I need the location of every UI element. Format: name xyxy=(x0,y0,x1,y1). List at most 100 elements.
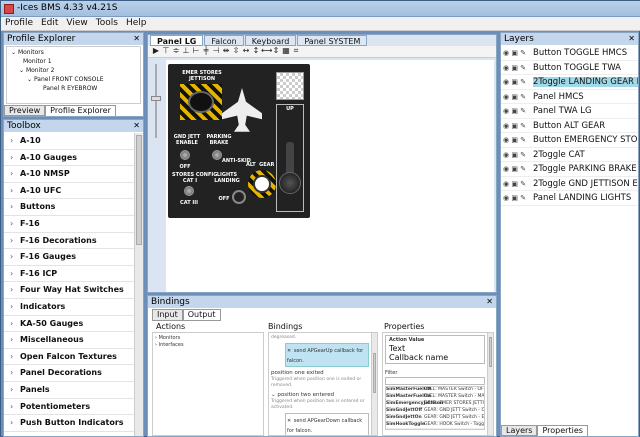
gnd-jett-toggle[interactable] xyxy=(180,150,190,160)
bindings-scrollbar[interactable] xyxy=(371,333,377,435)
close-icon[interactable]: ✕ xyxy=(133,33,140,45)
lock-icon[interactable]: ▣ xyxy=(511,194,520,202)
action-value-option-text[interactable]: Text xyxy=(389,344,481,353)
layer-row[interactable]: ◉ ▣ ✎ 2Toggle LANDING GEAR HAN xyxy=(501,75,638,90)
space-vertical-icon[interactable]: ↕ xyxy=(251,46,261,56)
filter-input[interactable] xyxy=(385,377,485,385)
chevron-right-icon[interactable]: › xyxy=(10,216,20,233)
distribute-vertical-icon[interactable]: ⇳ xyxy=(231,46,241,56)
tab-keyboard[interactable]: Keyboard xyxy=(244,35,297,46)
align-middle-icon[interactable]: ≑ xyxy=(171,46,181,56)
grid-icon[interactable]: ▦ xyxy=(281,46,291,56)
edit-icon[interactable]: ✎ xyxy=(520,49,526,57)
lock-icon[interactable]: ▣ xyxy=(511,49,520,57)
zoom-slider-thumb[interactable] xyxy=(151,96,161,101)
callback-row[interactable]: SimMasterFuelOffFUEL: MASTER Switch - OF… xyxy=(386,387,484,394)
tab-panel-system[interactable]: Panel SYSTEM xyxy=(297,35,368,46)
lock-icon[interactable]: ▣ xyxy=(511,136,520,144)
tab-input[interactable]: Input xyxy=(152,309,183,321)
toolbox-item[interactable]: › A-10 NMSP xyxy=(4,166,134,183)
align-center-icon[interactable]: ╪ xyxy=(201,46,211,56)
tab-properties[interactable]: Properties xyxy=(537,425,588,436)
toolbox-item[interactable]: › Potentiometers xyxy=(4,399,134,416)
align-right-icon[interactable]: ⊣ xyxy=(211,46,221,56)
distribute-horizontal-icon[interactable]: ⇹ xyxy=(221,46,231,56)
toolbox-item[interactable]: › F-16 xyxy=(4,216,134,233)
edit-icon[interactable]: ✎ xyxy=(520,64,526,72)
layer-row[interactable]: ◉ ▣ ✎ Panel TWA LG xyxy=(501,104,638,119)
callback-row[interactable]: SimGndJettOnGEAR: GND JETT Switch - ENAB… xyxy=(386,415,484,422)
chevron-right-icon[interactable]: › xyxy=(10,382,20,399)
properties-scroll-thumb[interactable] xyxy=(489,337,492,367)
callback-row[interactable]: SimEmergencyJettisonGEAR: EMER STORES JE… xyxy=(386,401,484,408)
chevron-right-icon[interactable]: › xyxy=(10,282,20,299)
tab-falcon[interactable]: Falcon xyxy=(204,35,244,46)
tree-item-monitors[interactable]: ⌄ Monitors xyxy=(9,48,138,57)
same-height-icon[interactable]: ⇕ xyxy=(271,46,281,56)
layer-row[interactable]: ◉ ▣ ✎ 2Toggle GND JETTISON EN xyxy=(501,177,638,191)
edit-icon[interactable]: ✎ xyxy=(520,136,526,144)
lock-icon[interactable]: ▣ xyxy=(511,78,520,86)
lock-icon[interactable]: ▣ xyxy=(511,165,520,173)
chevron-right-icon[interactable]: › xyxy=(10,349,20,366)
menu-help[interactable]: Help xyxy=(122,17,151,29)
chevron-right-icon[interactable]: › xyxy=(10,316,20,333)
landing-gear-panel[interactable]: EMER STORES JETTISON UP GND JETT ENABLE … xyxy=(168,64,310,218)
align-bottom-icon[interactable]: ⊥ xyxy=(181,46,191,56)
chevron-right-icon[interactable]: › xyxy=(10,399,20,416)
toolbox-item[interactable]: › A-10 Gauges xyxy=(4,150,134,167)
chevron-right-icon[interactable]: › xyxy=(10,150,20,167)
align-left-icon[interactable]: ⊢ xyxy=(191,46,201,56)
edit-icon[interactable]: ✎ xyxy=(520,165,526,173)
chevron-right-icon[interactable]: › xyxy=(10,233,20,250)
pointer-icon[interactable]: ▶ xyxy=(151,46,161,56)
space-horizontal-icon[interactable]: ↔ xyxy=(241,46,251,56)
toolbox-scrollbar[interactable] xyxy=(134,133,143,436)
toolbox-scroll-thumb[interactable] xyxy=(136,135,142,245)
chevron-right-icon[interactable]: › xyxy=(10,266,20,283)
edit-icon[interactable]: ✎ xyxy=(520,180,526,188)
layer-row[interactable]: ◉ ▣ ✎ Button TOGGLE TWA xyxy=(501,61,638,75)
close-icon[interactable]: ✕ xyxy=(486,296,493,308)
bindings-scroll-thumb[interactable] xyxy=(373,353,376,393)
close-icon[interactable]: ✕ xyxy=(287,348,291,354)
chevron-right-icon[interactable]: › xyxy=(10,133,20,150)
layer-row[interactable]: ◉ ▣ ✎ 2Toggle CAT xyxy=(501,148,638,162)
align-top-icon[interactable]: ⊤ xyxy=(161,46,171,56)
tab-panel-lg[interactable]: Panel LG xyxy=(150,35,204,46)
close-icon[interactable]: ✕ xyxy=(133,120,140,132)
actions-tree-interfaces[interactable]: › Interfaces xyxy=(155,342,261,349)
snap-icon[interactable]: ⌗ xyxy=(291,46,301,56)
properties-scrollbar[interactable] xyxy=(487,333,493,435)
chevron-right-icon[interactable]: › xyxy=(10,183,20,200)
edit-icon[interactable]: ✎ xyxy=(520,151,526,159)
chevron-right-icon[interactable]: › xyxy=(10,199,20,216)
stores-config-toggle[interactable] xyxy=(184,186,194,196)
toolbox-item[interactable]: › A-10 xyxy=(4,133,134,150)
tab-output[interactable]: Output xyxy=(182,309,221,321)
toolbox-item[interactable]: › Open Falcon Textures xyxy=(4,349,134,366)
chevron-right-icon[interactable]: › xyxy=(10,166,20,183)
emer-stores-jettison-button[interactable] xyxy=(188,91,214,113)
layer-row[interactable]: ◉ ▣ ✎ 2Toggle PARKING BRAKE xyxy=(501,162,638,177)
layer-row[interactable]: ◉ ▣ ✎ Button EMERGENCY STORE xyxy=(501,133,638,148)
binding-send-gear-up[interactable]: ✕ send APGearUp callback for falcon. xyxy=(285,343,369,367)
toolbox-item[interactable]: › KA-50 Gauges xyxy=(4,316,134,333)
tree-item-panel-r-eyebrow[interactable]: Panel R EYEBROW xyxy=(9,84,138,93)
layer-row[interactable]: ◉ ▣ ✎ Button ALT GEAR xyxy=(501,119,638,133)
layer-row[interactable]: ◉ ▣ ✎ Button TOGGLE HMCS xyxy=(501,46,638,61)
toolbox-item[interactable]: › F-16 Gauges xyxy=(4,249,134,266)
parking-brake-toggle[interactable] xyxy=(212,150,222,160)
callback-row[interactable]: SimMasterFuelOnFUEL: MASTER Switch - MAS… xyxy=(386,394,484,401)
lock-icon[interactable]: ▣ xyxy=(511,107,520,115)
lock-icon[interactable]: ▣ xyxy=(511,93,520,101)
menu-edit[interactable]: Edit xyxy=(37,17,62,29)
tree-item-monitor-1[interactable]: Monitor 1 xyxy=(9,57,138,66)
layer-row[interactable]: ◉ ▣ ✎ Panel LANDING LIGHTS xyxy=(501,191,638,206)
tab-preview[interactable]: Preview xyxy=(4,105,46,116)
chevron-right-icon[interactable]: › xyxy=(10,365,20,382)
tab-layers[interactable]: Layers xyxy=(501,425,538,436)
edit-icon[interactable]: ✎ xyxy=(520,194,526,202)
binding-position-one-exited[interactable]: position one exited xyxy=(271,370,369,377)
toolbox-item[interactable]: › F-16 ICP xyxy=(4,266,134,283)
